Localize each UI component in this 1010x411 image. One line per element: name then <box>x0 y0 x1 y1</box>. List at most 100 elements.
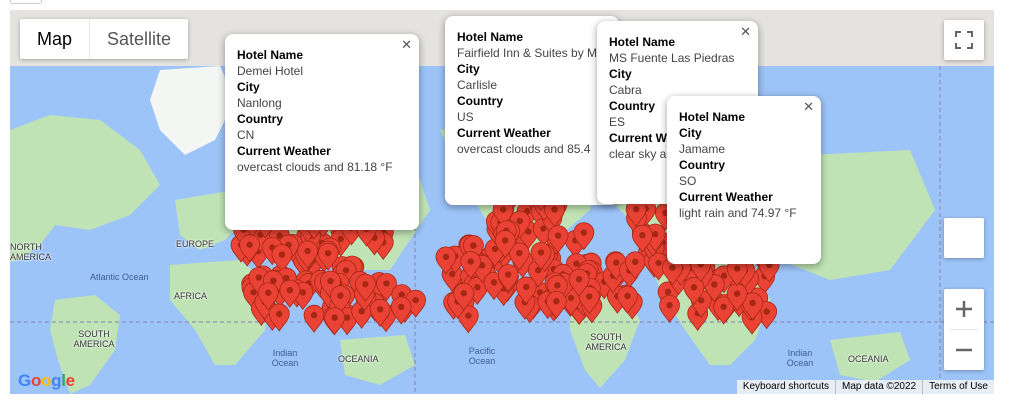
map-marker-dot <box>342 267 350 274</box>
map-marker-dot <box>304 247 311 255</box>
zoom-control <box>944 289 984 370</box>
map-marker-dot <box>632 258 639 266</box>
label-south-america-2: SOUTH AMERICA <box>585 332 627 352</box>
map-marker-dot <box>362 280 369 288</box>
city-label: City <box>609 67 632 81</box>
map-canvas[interactable]: Atlantic Ocean Indian Ocean Indian Ocean… <box>10 10 994 394</box>
city-label: City <box>457 62 480 76</box>
map-marker-dot <box>763 308 770 315</box>
map-marker-dot <box>632 206 640 213</box>
label-oceania-2: OCEANIA <box>848 354 889 364</box>
map-marker-dot <box>586 293 593 300</box>
map-marker-dot <box>567 294 575 302</box>
map-marker-dot <box>465 312 472 319</box>
map-marker-dot <box>624 292 631 300</box>
map-marker-dot <box>490 279 498 286</box>
map-marker-dot <box>246 241 253 248</box>
street-view-pegman[interactable] <box>944 218 984 258</box>
label-north-america: NORTH AMERICA <box>10 242 52 262</box>
terms-of-use-link[interactable]: Terms of Use <box>922 380 994 394</box>
hotel-value: Demei Hotel <box>237 64 304 78</box>
google-logo[interactable]: Google <box>18 371 75 391</box>
label-atlantic: Atlantic Ocean <box>90 272 149 282</box>
city-label: City <box>679 126 702 140</box>
map-marker-dot <box>554 282 561 289</box>
map-marker-dot <box>255 274 262 281</box>
label-africa: AFRICA <box>174 291 208 301</box>
map-marker-dot <box>669 264 676 271</box>
weather-label: Current Weather <box>457 126 551 140</box>
map-marker-dot <box>516 217 523 225</box>
fullscreen-button[interactable] <box>944 20 984 60</box>
map-marker-dot <box>470 242 477 249</box>
map-type-satellite-button[interactable]: Satellite <box>89 19 188 59</box>
info-window-4: ✕ Hotel Name City Jamame Country SO Curr… <box>667 96 821 264</box>
map-marker-dot <box>501 237 509 244</box>
weather-value: overcast clouds and 81.18 °F <box>237 160 393 174</box>
country-value: CN <box>237 128 255 142</box>
map-marker-dot <box>523 283 530 291</box>
close-icon[interactable]: ✕ <box>401 37 412 53</box>
map-marker-dot <box>516 249 523 257</box>
map-marker-dot <box>504 271 512 278</box>
map-marker-dot <box>337 292 344 299</box>
map-marker-dot <box>551 206 558 213</box>
map-marker-dot <box>573 260 580 267</box>
label-south-america: SOUTH AMERICA <box>73 329 115 349</box>
map-marker-dot <box>733 265 741 272</box>
map-marker-dot <box>554 232 562 239</box>
city-label: City <box>237 80 260 94</box>
hotel-value: MS Fuente Las Piedras <box>609 51 735 65</box>
page-top-stub <box>10 0 42 4</box>
city-value: Cabra <box>609 83 642 97</box>
map-marker-dot <box>265 289 272 296</box>
hotel-label: Hotel Name <box>457 30 524 44</box>
country-value: US <box>457 110 474 124</box>
plus-icon <box>956 301 972 317</box>
map-marker-dot <box>499 206 507 213</box>
map-marker-dot <box>711 281 718 288</box>
map-attribution: Keyboard shortcuts Map data ©2022 Terms … <box>736 380 994 394</box>
close-icon[interactable]: ✕ <box>740 24 751 40</box>
map-marker-dot <box>324 249 332 257</box>
map-marker-dot <box>299 289 307 296</box>
map-marker-dot <box>467 258 474 265</box>
map-marker-dot <box>575 276 583 283</box>
map-marker-dot <box>666 302 673 309</box>
map-marker-dot <box>580 229 588 236</box>
minus-icon <box>956 348 972 352</box>
map-marker-dot <box>639 232 646 239</box>
map-marker-dot <box>276 310 283 318</box>
map-marker-dot <box>720 303 727 311</box>
label-indian-1: Indian Ocean <box>271 348 299 368</box>
country-label: Country <box>457 94 503 108</box>
map-marker-dot <box>460 290 467 297</box>
weather-value: overcast clouds and 85.4 <box>457 142 591 156</box>
country-label: Country <box>237 112 283 126</box>
zoom-out-button[interactable] <box>944 330 984 370</box>
map-marker-dot <box>310 312 318 319</box>
city-value: Carlisle <box>457 78 498 92</box>
hotel-label: Hotel Name <box>679 110 746 124</box>
country-value: SO <box>679 174 697 188</box>
close-icon[interactable]: ✕ <box>803 99 814 115</box>
map-marker-dot <box>376 306 384 313</box>
city-value: Nanlong <box>237 96 282 110</box>
map-marker-dot <box>331 314 338 321</box>
map-marker-dot <box>397 303 405 311</box>
map-marker-dot <box>474 284 481 291</box>
map-marker-dot <box>652 230 659 238</box>
keyboard-shortcuts-link[interactable]: Keyboard shortcuts <box>737 380 835 394</box>
map-type-map-button[interactable]: Map <box>20 19 89 59</box>
country-label: Country <box>679 158 725 172</box>
map-data-text: Map data ©2022 <box>835 380 922 394</box>
hotel-label: Hotel Name <box>609 35 676 49</box>
weather-value: light rain and 74.97 °F <box>679 206 797 220</box>
zoom-in-button[interactable] <box>944 289 984 329</box>
map-type-control: Map Satellite <box>20 19 189 59</box>
map-marker-dot <box>286 286 294 294</box>
map-marker-dot <box>553 298 560 305</box>
map-marker-dot <box>337 235 344 243</box>
map-marker-dot <box>412 296 419 304</box>
map-marker-dot <box>383 280 390 287</box>
